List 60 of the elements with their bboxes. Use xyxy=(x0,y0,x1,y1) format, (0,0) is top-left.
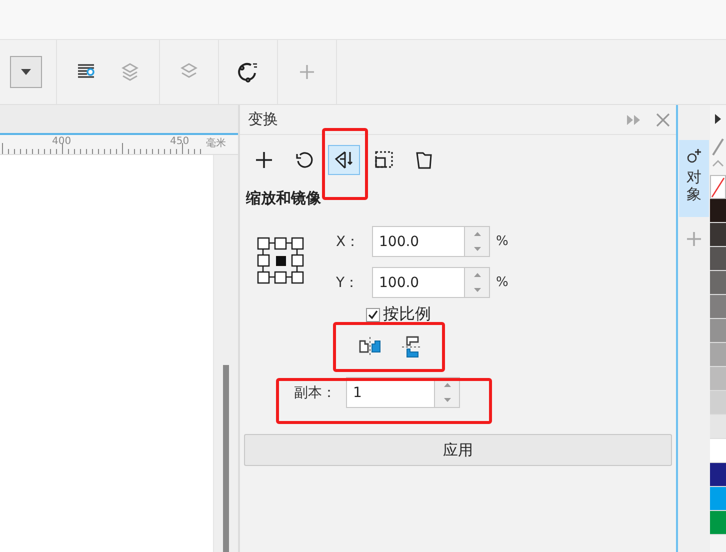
anchor-grid-icon[interactable] xyxy=(256,236,306,286)
object-node-icon xyxy=(686,148,702,164)
up-arrow-icon xyxy=(474,232,480,236)
curve-nodes-icon xyxy=(237,61,259,83)
copies-input[interactable]: 1 xyxy=(346,377,434,408)
scale-input[interactable]: 100.0 xyxy=(372,267,464,298)
no-color-swatch[interactable] xyxy=(710,175,726,199)
unit-label: % xyxy=(496,275,508,290)
unit-label: % xyxy=(496,234,508,249)
annotation-box xyxy=(322,128,368,200)
collapse-button[interactable] xyxy=(626,114,642,126)
close-icon xyxy=(656,112,670,126)
ruler-label: 450 xyxy=(170,136,190,147)
side-tab[interactable]: 对象 xyxy=(679,140,709,217)
color-swatch[interactable] xyxy=(710,463,726,487)
checkbox-label: 按比例 xyxy=(383,304,431,325)
scale-input[interactable]: 100.0 xyxy=(372,226,464,257)
mirror-scale-icon xyxy=(333,149,355,171)
checkbox[interactable] xyxy=(366,308,380,322)
spin-buttons[interactable] xyxy=(464,226,490,257)
spin-buttons[interactable] xyxy=(434,377,460,408)
copies-label: 副本： xyxy=(294,384,336,402)
double-arrow-icon xyxy=(626,114,642,126)
color-swatch[interactable] xyxy=(710,367,726,391)
ruler-unit: 毫米 xyxy=(206,136,226,150)
transform-tab[interactable] xyxy=(328,145,360,175)
color-swatch[interactable] xyxy=(710,511,726,535)
close-button[interactable] xyxy=(656,112,670,126)
color-swatch[interactable] xyxy=(710,487,726,511)
color-swatch[interactable] xyxy=(710,271,726,295)
field-label: Y： xyxy=(336,274,360,292)
down-arrow-icon xyxy=(444,398,450,402)
docker-title: 变换 xyxy=(248,110,278,129)
caret-icon xyxy=(21,69,31,75)
color-swatch[interactable] xyxy=(710,343,726,367)
mirror-horizontal-icon xyxy=(358,335,382,357)
color-swatch[interactable] xyxy=(710,223,726,247)
down-arrow-icon xyxy=(474,288,480,292)
color-swatch[interactable] xyxy=(710,391,726,415)
color-swatch[interactable] xyxy=(710,199,726,223)
plus-icon xyxy=(686,231,702,247)
field-label: X： xyxy=(336,232,361,250)
ruler-label: 400 xyxy=(52,136,72,147)
size-icon xyxy=(373,149,395,171)
add-tab-button[interactable] xyxy=(686,231,702,247)
section-title: 缩放和镜像 xyxy=(244,188,322,208)
layers-icon xyxy=(119,61,141,83)
apply-button[interactable]: 应用 xyxy=(244,434,672,466)
up-arrow-icon xyxy=(444,383,450,388)
spin-buttons[interactable] xyxy=(464,267,490,298)
rotate-icon xyxy=(293,149,315,171)
color-swatch[interactable] xyxy=(710,295,726,319)
up-arrow-icon xyxy=(474,273,480,278)
down-arrow-icon xyxy=(474,246,480,251)
move-icon xyxy=(253,149,275,171)
dropdown-button[interactable] xyxy=(10,56,42,88)
color-swatch[interactable] xyxy=(710,415,726,439)
color-swatch[interactable] xyxy=(710,247,726,271)
color-swatch[interactable] xyxy=(710,439,726,463)
color-swatch[interactable] xyxy=(710,319,726,343)
